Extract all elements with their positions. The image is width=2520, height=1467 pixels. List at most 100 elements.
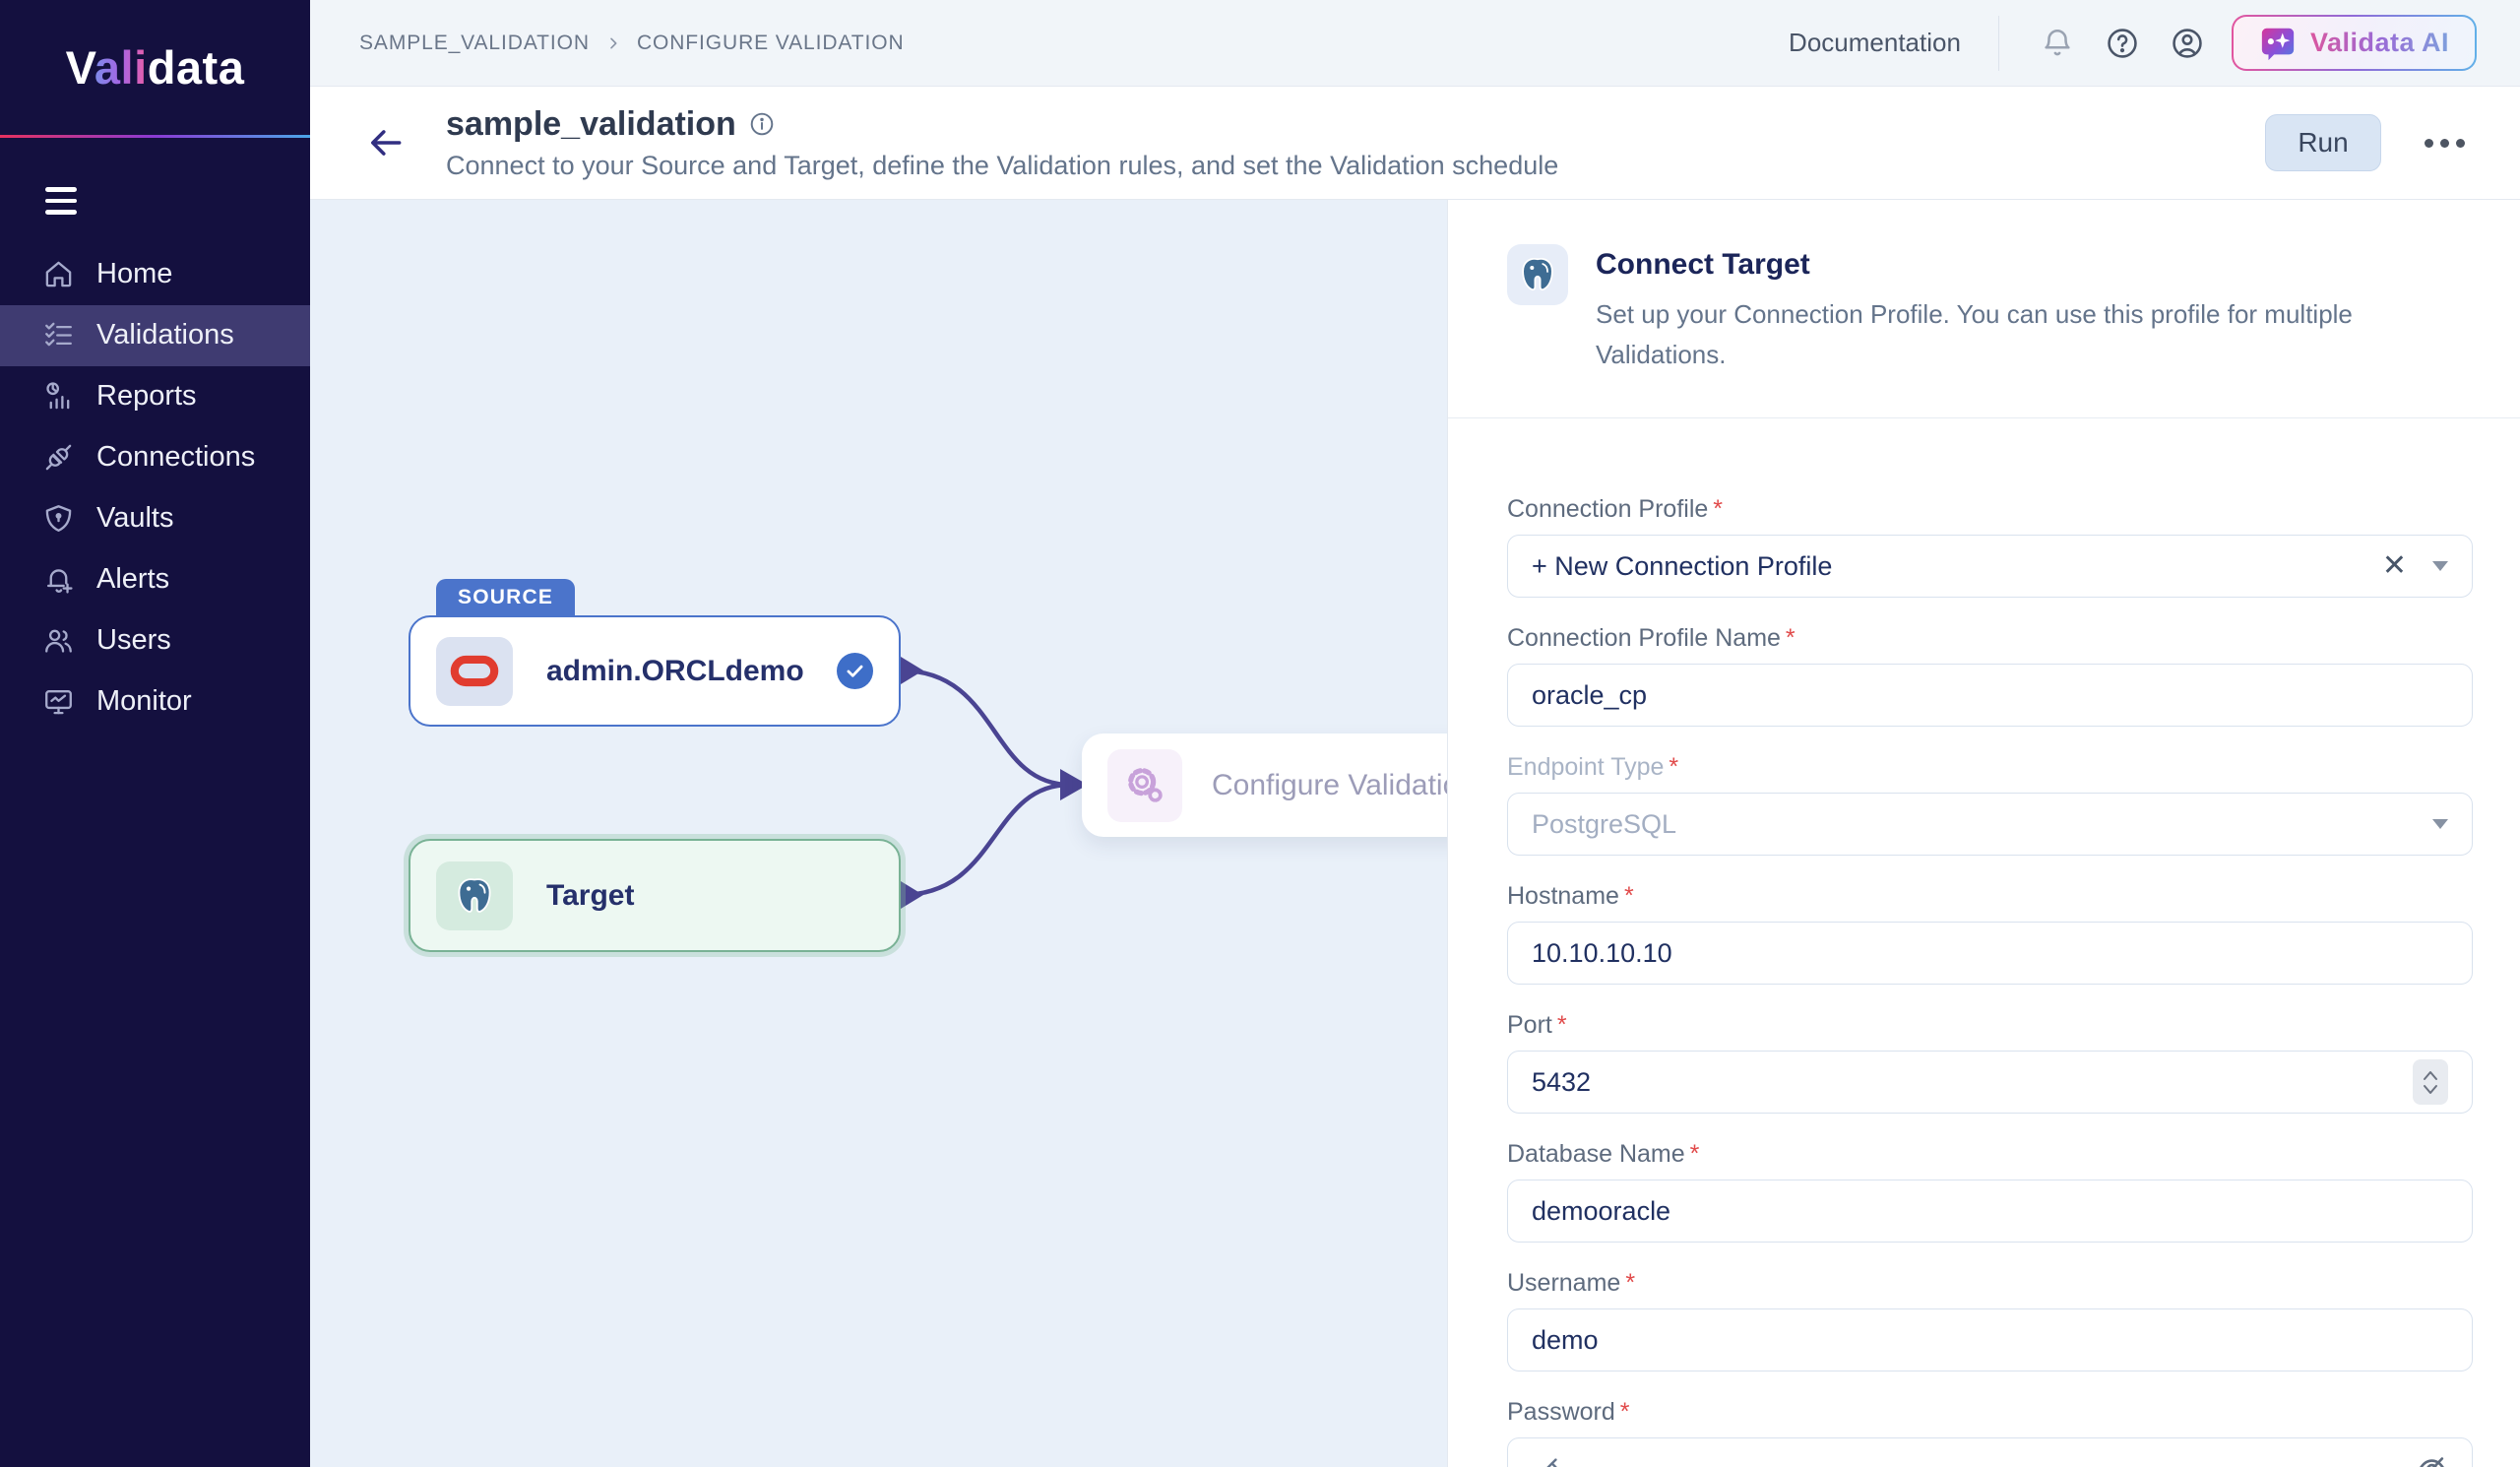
required-marker: * <box>1625 1269 1635 1297</box>
page-header: sample_validation Connect to your Source… <box>310 87 2520 200</box>
sidebar-item-label: Reports <box>96 380 197 413</box>
check-badge-icon <box>837 653 873 689</box>
brand-logo: Validata <box>0 0 310 138</box>
panel-title: Connect Target <box>1596 248 2413 282</box>
sidebar-item-label: Home <box>96 258 172 290</box>
field-hostname: Hostname* <box>1507 882 2473 985</box>
configure-validation-node[interactable]: Configure Validation <box>1082 734 1447 837</box>
required-marker: * <box>1557 1011 1567 1039</box>
sidebar-item-label: Connections <box>96 441 255 474</box>
sidebar-item-home[interactable]: Home <box>0 244 310 305</box>
validata-ai-button[interactable]: Validata AI <box>2232 15 2477 71</box>
password-input[interactable] <box>1579 1454 2416 1467</box>
required-marker: * <box>1624 882 1634 910</box>
eye-off-icon[interactable] <box>2416 1453 2448 1467</box>
sidebar-item-vaults[interactable]: Vaults <box>0 488 310 549</box>
database-name-input[interactable] <box>1532 1196 2448 1227</box>
sidebar: Validata Home Validations Reports Connec… <box>0 0 310 1467</box>
ai-chat-sparkle-icon <box>2259 25 2297 62</box>
logo-part-data: data <box>148 41 245 94</box>
field-connection-profile-name: Connection Profile Name* <box>1507 624 2473 727</box>
field-label: Password <box>1507 1398 1615 1426</box>
breadcrumb: SAMPLE_VALIDATION CONFIGURE VALIDATION <box>359 32 905 55</box>
field-endpoint-type: Endpoint Type* PostgreSQL <box>1507 753 2473 856</box>
connection-profile-select[interactable]: + New Connection Profile ✕ <box>1507 535 2473 598</box>
field-label: Port <box>1507 1011 1552 1039</box>
bell-plus-icon <box>43 564 74 595</box>
required-marker: * <box>1620 1398 1630 1426</box>
monitor-icon <box>43 686 74 717</box>
run-button[interactable]: Run <box>2265 114 2381 171</box>
number-stepper[interactable] <box>2413 1059 2448 1105</box>
target-node-label: Target <box>546 879 634 913</box>
postgresql-icon <box>436 861 513 930</box>
port-input[interactable] <box>1532 1067 2413 1098</box>
required-marker: * <box>1786 624 1796 652</box>
field-label: Username <box>1507 1269 1620 1297</box>
gear-icon <box>1107 749 1182 822</box>
sidebar-item-reports[interactable]: Reports <box>0 366 310 427</box>
field-label: Endpoint Type <box>1507 753 1664 781</box>
connection-form: Connection Profile* + New Connection Pro… <box>1448 418 2520 1467</box>
breadcrumb-item[interactable]: SAMPLE_VALIDATION <box>359 32 590 55</box>
field-username: Username* <box>1507 1269 2473 1371</box>
shield-icon <box>43 503 74 534</box>
hamburger-menu-icon[interactable] <box>45 187 77 215</box>
sidebar-item-label: Validations <box>96 319 234 351</box>
postgresql-icon <box>1507 244 1568 305</box>
reports-icon <box>43 381 74 412</box>
sidebar-item-validations[interactable]: Validations <box>0 305 310 366</box>
sidebar-item-label: Vaults <box>96 502 173 535</box>
breadcrumb-chevron-icon <box>605 35 621 51</box>
username-input[interactable] <box>1532 1325 2448 1356</box>
logo-part-v: V <box>66 41 94 94</box>
clear-selection-icon[interactable]: ✕ <box>2382 551 2407 581</box>
sidebar-item-users[interactable]: Users <box>0 610 310 671</box>
source-node-label: admin.ORCLdemo <box>546 655 804 688</box>
more-options-button[interactable] <box>2425 139 2465 148</box>
flow-canvas[interactable]: SOURCE admin.ORCLdemo Target <box>310 200 1447 1467</box>
help-icon[interactable] <box>2102 23 2143 64</box>
account-icon[interactable] <box>2167 23 2208 64</box>
connection-profile-name-input[interactable] <box>1532 680 2448 711</box>
required-marker: * <box>1690 1140 1700 1168</box>
sidebar-item-label: Users <box>96 624 171 657</box>
topbar: SAMPLE_VALIDATION CONFIGURE VALIDATION D… <box>310 0 2520 87</box>
logo-part-ali: ali <box>94 41 148 94</box>
home-icon <box>43 259 74 289</box>
field-label: Database Name <box>1507 1140 1685 1168</box>
field-port: Port* <box>1507 1011 2473 1114</box>
validata-ai-label: Validata AI <box>2310 28 2449 58</box>
field-label: Connection Profile <box>1507 495 1708 523</box>
source-node[interactable]: admin.ORCLdemo <box>409 615 901 727</box>
connection-profile-value: + New Connection Profile <box>1532 551 2382 582</box>
sidebar-item-label: Alerts <box>96 563 169 596</box>
panel-header: Connect Target Set up your Connection Pr… <box>1448 200 2520 418</box>
sidebar-nav: Home Validations Reports Connections Vau… <box>0 244 310 733</box>
notifications-bell-icon[interactable] <box>2037 23 2078 64</box>
oracle-icon <box>436 637 513 706</box>
topbar-divider <box>1998 16 1999 71</box>
field-label: Hostname <box>1507 882 1619 910</box>
page-subtitle: Connect to your Source and Target, defin… <box>446 151 1558 181</box>
chevron-down-icon[interactable] <box>2432 561 2448 571</box>
required-marker: * <box>1713 495 1723 523</box>
back-arrow-button[interactable] <box>365 121 409 164</box>
endpoint-type-select: PostgreSQL <box>1507 793 2473 856</box>
breadcrumb-item-current: CONFIGURE VALIDATION <box>637 32 905 55</box>
panel-subtitle: Set up your Connection Profile. You can … <box>1596 294 2413 375</box>
sidebar-item-monitor[interactable]: Monitor <box>0 671 310 733</box>
page-title: sample_validation <box>446 105 736 144</box>
sidebar-item-alerts[interactable]: Alerts <box>0 549 310 610</box>
endpoint-type-value: PostgreSQL <box>1532 809 2432 840</box>
connect-target-panel: Connect Target Set up your Connection Pr… <box>1447 200 2520 1467</box>
info-icon[interactable] <box>749 111 775 137</box>
documentation-link[interactable]: Documentation <box>1789 28 1961 58</box>
field-password: Password* <box>1507 1398 2473 1467</box>
field-label: Connection Profile Name <box>1507 624 1781 652</box>
target-node[interactable]: Target <box>409 839 901 952</box>
sidebar-item-connections[interactable]: Connections <box>0 427 310 488</box>
field-database-name: Database Name* <box>1507 1140 2473 1243</box>
hostname-input[interactable] <box>1532 938 2448 969</box>
checklist-icon <box>43 320 74 351</box>
